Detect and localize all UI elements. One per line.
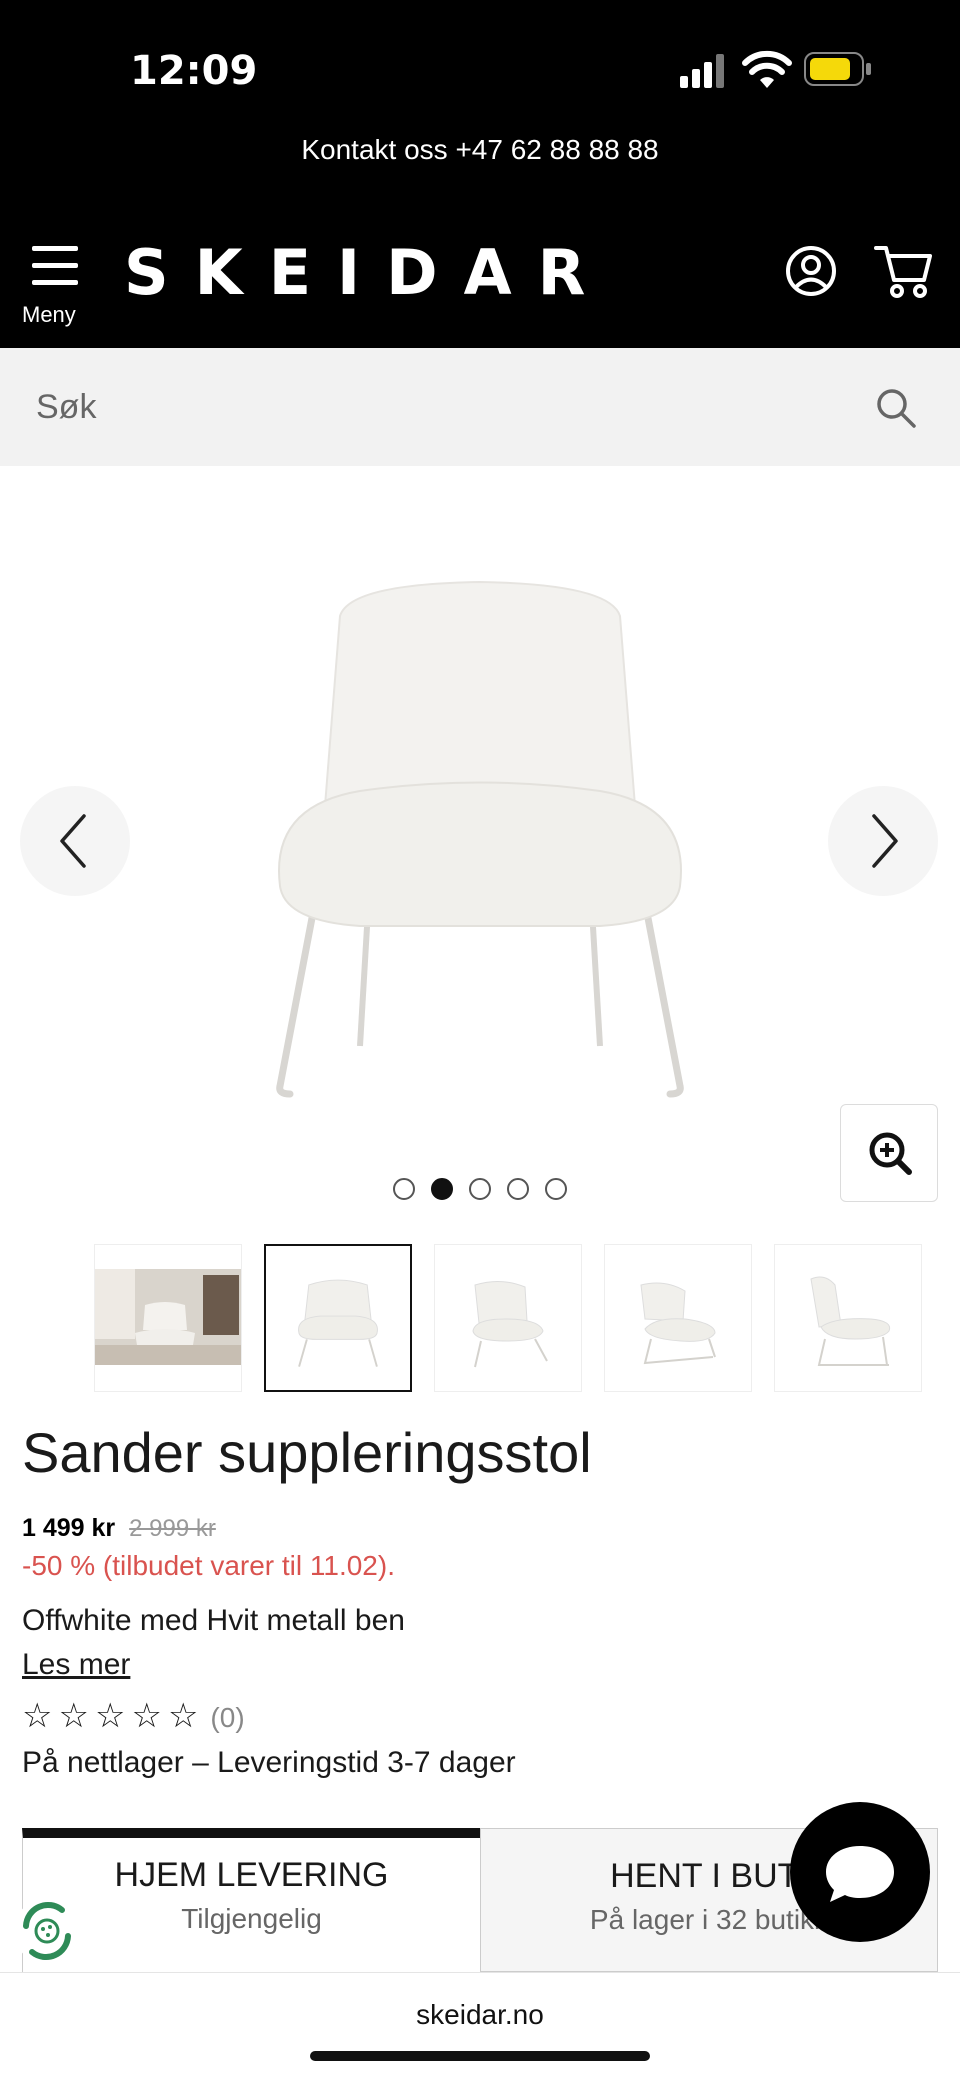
discount-text: -50 % (tilbudet varer til 11.02). xyxy=(22,1550,395,1581)
thumbnail-chair-side-angle[interactable] xyxy=(604,1244,752,1392)
status-bar: 12:09 xyxy=(0,0,960,140)
hamburger-icon xyxy=(32,246,78,288)
original-price: 2 999 kr xyxy=(129,1515,216,1542)
product-title: Sander suppleringsstol xyxy=(22,1421,592,1484)
carousel-dot[interactable] xyxy=(545,1178,567,1200)
product-gallery xyxy=(0,466,960,1236)
price-row: 1 499 kr 2 999 kr xyxy=(22,1514,216,1543)
thumbnail-room-scene[interactable] xyxy=(94,1244,242,1392)
rating[interactable]: ☆ ☆ ☆ ☆ ☆ (0) xyxy=(22,1696,245,1736)
read-more-link[interactable]: Les mer xyxy=(22,1648,130,1682)
next-image-button[interactable] xyxy=(828,786,938,896)
star-outline-icon: ☆ xyxy=(167,1696,199,1736)
cart-icon[interactable] xyxy=(874,242,934,300)
thumbnail-chair-front[interactable] xyxy=(264,1244,412,1392)
carousel-dots xyxy=(0,1178,960,1205)
thumbnail-chair-side[interactable] xyxy=(774,1244,922,1392)
menu-label: Meny xyxy=(22,302,76,327)
star-outline-icon: ☆ xyxy=(94,1696,126,1736)
home-delivery-status: Tilgjengelig xyxy=(181,1903,322,1934)
carousel-dot[interactable] xyxy=(469,1178,491,1200)
browser-bottom-bar: skeidar.no xyxy=(0,1972,960,2086)
carousel-dot[interactable] xyxy=(507,1178,529,1200)
rating-count: (0) xyxy=(210,1702,245,1733)
chat-button[interactable] xyxy=(790,1802,930,1942)
search-bar xyxy=(0,348,960,466)
battery-icon xyxy=(804,52,871,86)
site-header: Kontakt oss +47 62 88 88 88 Meny SKEIDAR xyxy=(0,136,960,348)
variant-description: Offwhite med Hvit metall ben xyxy=(22,1604,405,1637)
thumbnail-strip xyxy=(94,1244,934,1394)
home-delivery-title: HJEM LEVERING xyxy=(114,1856,389,1894)
star-outline-icon: ☆ xyxy=(58,1696,89,1736)
carousel-dot[interactable] xyxy=(393,1178,415,1200)
product-main-image[interactable] xyxy=(250,576,710,1106)
menu-button[interactable]: Meny xyxy=(22,240,92,330)
thumbnail-chair-angle[interactable] xyxy=(434,1244,582,1392)
chevron-left-icon xyxy=(60,814,86,868)
chevron-right-icon xyxy=(872,814,898,868)
site-logo[interactable]: SKEIDAR xyxy=(124,236,611,309)
search-icon[interactable] xyxy=(874,386,918,430)
previous-image-button[interactable] xyxy=(20,786,130,896)
clock: 12:09 xyxy=(130,48,258,94)
current-price: 1 499 kr xyxy=(22,1514,116,1542)
star-outline-icon: ☆ xyxy=(22,1696,53,1736)
search-input[interactable] xyxy=(36,378,836,436)
tab-home-delivery[interactable]: HJEM LEVERING Tilgjengelig xyxy=(22,1828,480,1972)
wifi-icon xyxy=(742,50,792,88)
star-outline-icon: ☆ xyxy=(131,1696,162,1736)
eco-badge-icon[interactable] xyxy=(12,1896,82,1966)
home-indicator[interactable] xyxy=(310,2051,650,2061)
account-icon[interactable] xyxy=(784,244,838,298)
chat-bubble-icon xyxy=(826,1846,894,1902)
contact-bar[interactable]: Kontakt oss +47 62 88 88 88 xyxy=(0,136,960,210)
carousel-dot-active[interactable] xyxy=(431,1178,453,1200)
contact-phone[interactable]: Kontakt oss +47 62 88 88 88 xyxy=(0,136,960,164)
stock-status: På nettlager – Leveringstid 3-7 dager xyxy=(22,1746,516,1779)
url-bar[interactable]: skeidar.no xyxy=(0,1999,960,2031)
cellular-signal-icon xyxy=(680,54,724,88)
